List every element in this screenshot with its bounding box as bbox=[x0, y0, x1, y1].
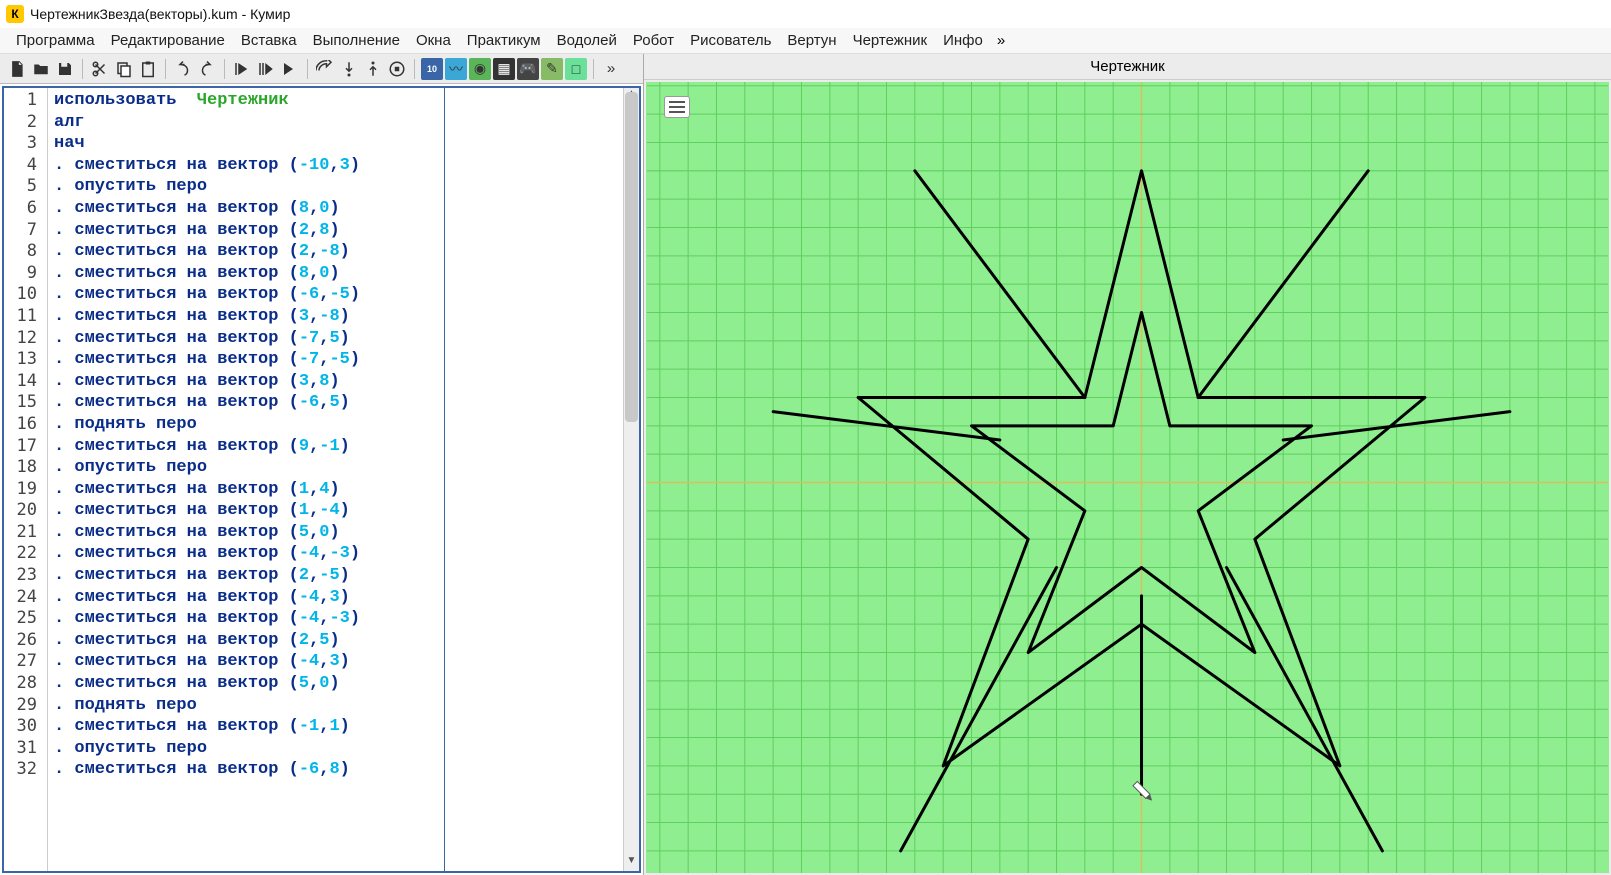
menu-Вставка[interactable]: Вставка bbox=[233, 29, 305, 52]
actor-7-icon[interactable]: □ bbox=[565, 58, 587, 80]
scroll-down-icon[interactable]: ▼ bbox=[624, 855, 639, 871]
code-editor[interactable]: 1234567891011121314151617181920212223242… bbox=[2, 86, 641, 873]
cut-icon[interactable] bbox=[89, 58, 111, 80]
menu-Чертежник[interactable]: Чертежник bbox=[845, 29, 936, 52]
run-fast-icon[interactable] bbox=[279, 58, 301, 80]
menu-Водолей[interactable]: Водолей bbox=[549, 29, 625, 52]
toolbar: 10 〰 ◉ ▦ 🎮 ✎ □ » bbox=[0, 54, 643, 84]
editor-scrollbar[interactable]: ▲ ▼ bbox=[623, 88, 639, 871]
canvas-title: Чертежник bbox=[644, 54, 1611, 80]
actor-5-icon[interactable]: 🎮 bbox=[517, 58, 539, 80]
stop-icon[interactable] bbox=[386, 58, 408, 80]
menu-Инфо[interactable]: Инфо bbox=[935, 29, 991, 52]
step-into-icon[interactable] bbox=[338, 58, 360, 80]
titlebar: К ЧертежникЗвезда(векторы).kum - Кумир bbox=[0, 0, 1611, 28]
app-logo: К bbox=[6, 5, 24, 23]
paste-icon[interactable] bbox=[137, 58, 159, 80]
canvas-menu-button[interactable] bbox=[664, 96, 690, 118]
run-step-icon[interactable] bbox=[255, 58, 277, 80]
undo-icon[interactable] bbox=[172, 58, 194, 80]
actor-6-icon[interactable]: ✎ bbox=[541, 58, 563, 80]
save-file-icon[interactable] bbox=[54, 58, 76, 80]
line-gutter: 1234567891011121314151617181920212223242… bbox=[4, 88, 48, 871]
menu-Вертун[interactable]: Вертун bbox=[779, 29, 844, 52]
window-title: ЧертежникЗвезда(векторы).kum - Кумир bbox=[30, 6, 290, 22]
step-over-icon[interactable] bbox=[314, 58, 336, 80]
canvas-svg bbox=[646, 82, 1609, 873]
menu-Окна[interactable]: Окна bbox=[408, 29, 459, 52]
menu-Практикум[interactable]: Практикум bbox=[459, 29, 549, 52]
actor-3-icon[interactable]: ◉ bbox=[469, 58, 491, 80]
editor-splitter[interactable] bbox=[444, 88, 445, 871]
drawing-canvas[interactable] bbox=[646, 82, 1609, 873]
menu-Выполнение[interactable]: Выполнение bbox=[305, 29, 408, 52]
menu-Программа[interactable]: Программа bbox=[8, 29, 103, 52]
actor-1-icon[interactable]: 10 bbox=[421, 58, 443, 80]
code-area[interactable]: использовать Чертежник алг нач . сместит… bbox=[48, 88, 639, 871]
toolbar-more[interactable]: » bbox=[600, 58, 622, 80]
editor-pane: 10 〰 ◉ ▦ 🎮 ✎ □ » 12345678910111213141516… bbox=[0, 54, 644, 875]
actor-2-icon[interactable]: 〰 bbox=[445, 58, 467, 80]
step-out-icon[interactable] bbox=[362, 58, 384, 80]
scroll-thumb[interactable] bbox=[625, 92, 638, 422]
menu-more[interactable]: » bbox=[991, 29, 1011, 52]
menu-Рисователь[interactable]: Рисователь bbox=[682, 29, 779, 52]
redo-icon[interactable] bbox=[196, 58, 218, 80]
menubar: ПрограммаРедактированиеВставкаВыполнение… bbox=[0, 28, 1611, 54]
canvas-pane: Чертежник bbox=[644, 54, 1611, 875]
run-icon[interactable] bbox=[231, 58, 253, 80]
menu-Робот[interactable]: Робот bbox=[625, 29, 682, 52]
menu-Редактирование[interactable]: Редактирование bbox=[103, 29, 233, 52]
copy-icon[interactable] bbox=[113, 58, 135, 80]
actor-4-icon[interactable]: ▦ bbox=[493, 58, 515, 80]
new-file-icon[interactable] bbox=[6, 58, 28, 80]
open-file-icon[interactable] bbox=[30, 58, 52, 80]
